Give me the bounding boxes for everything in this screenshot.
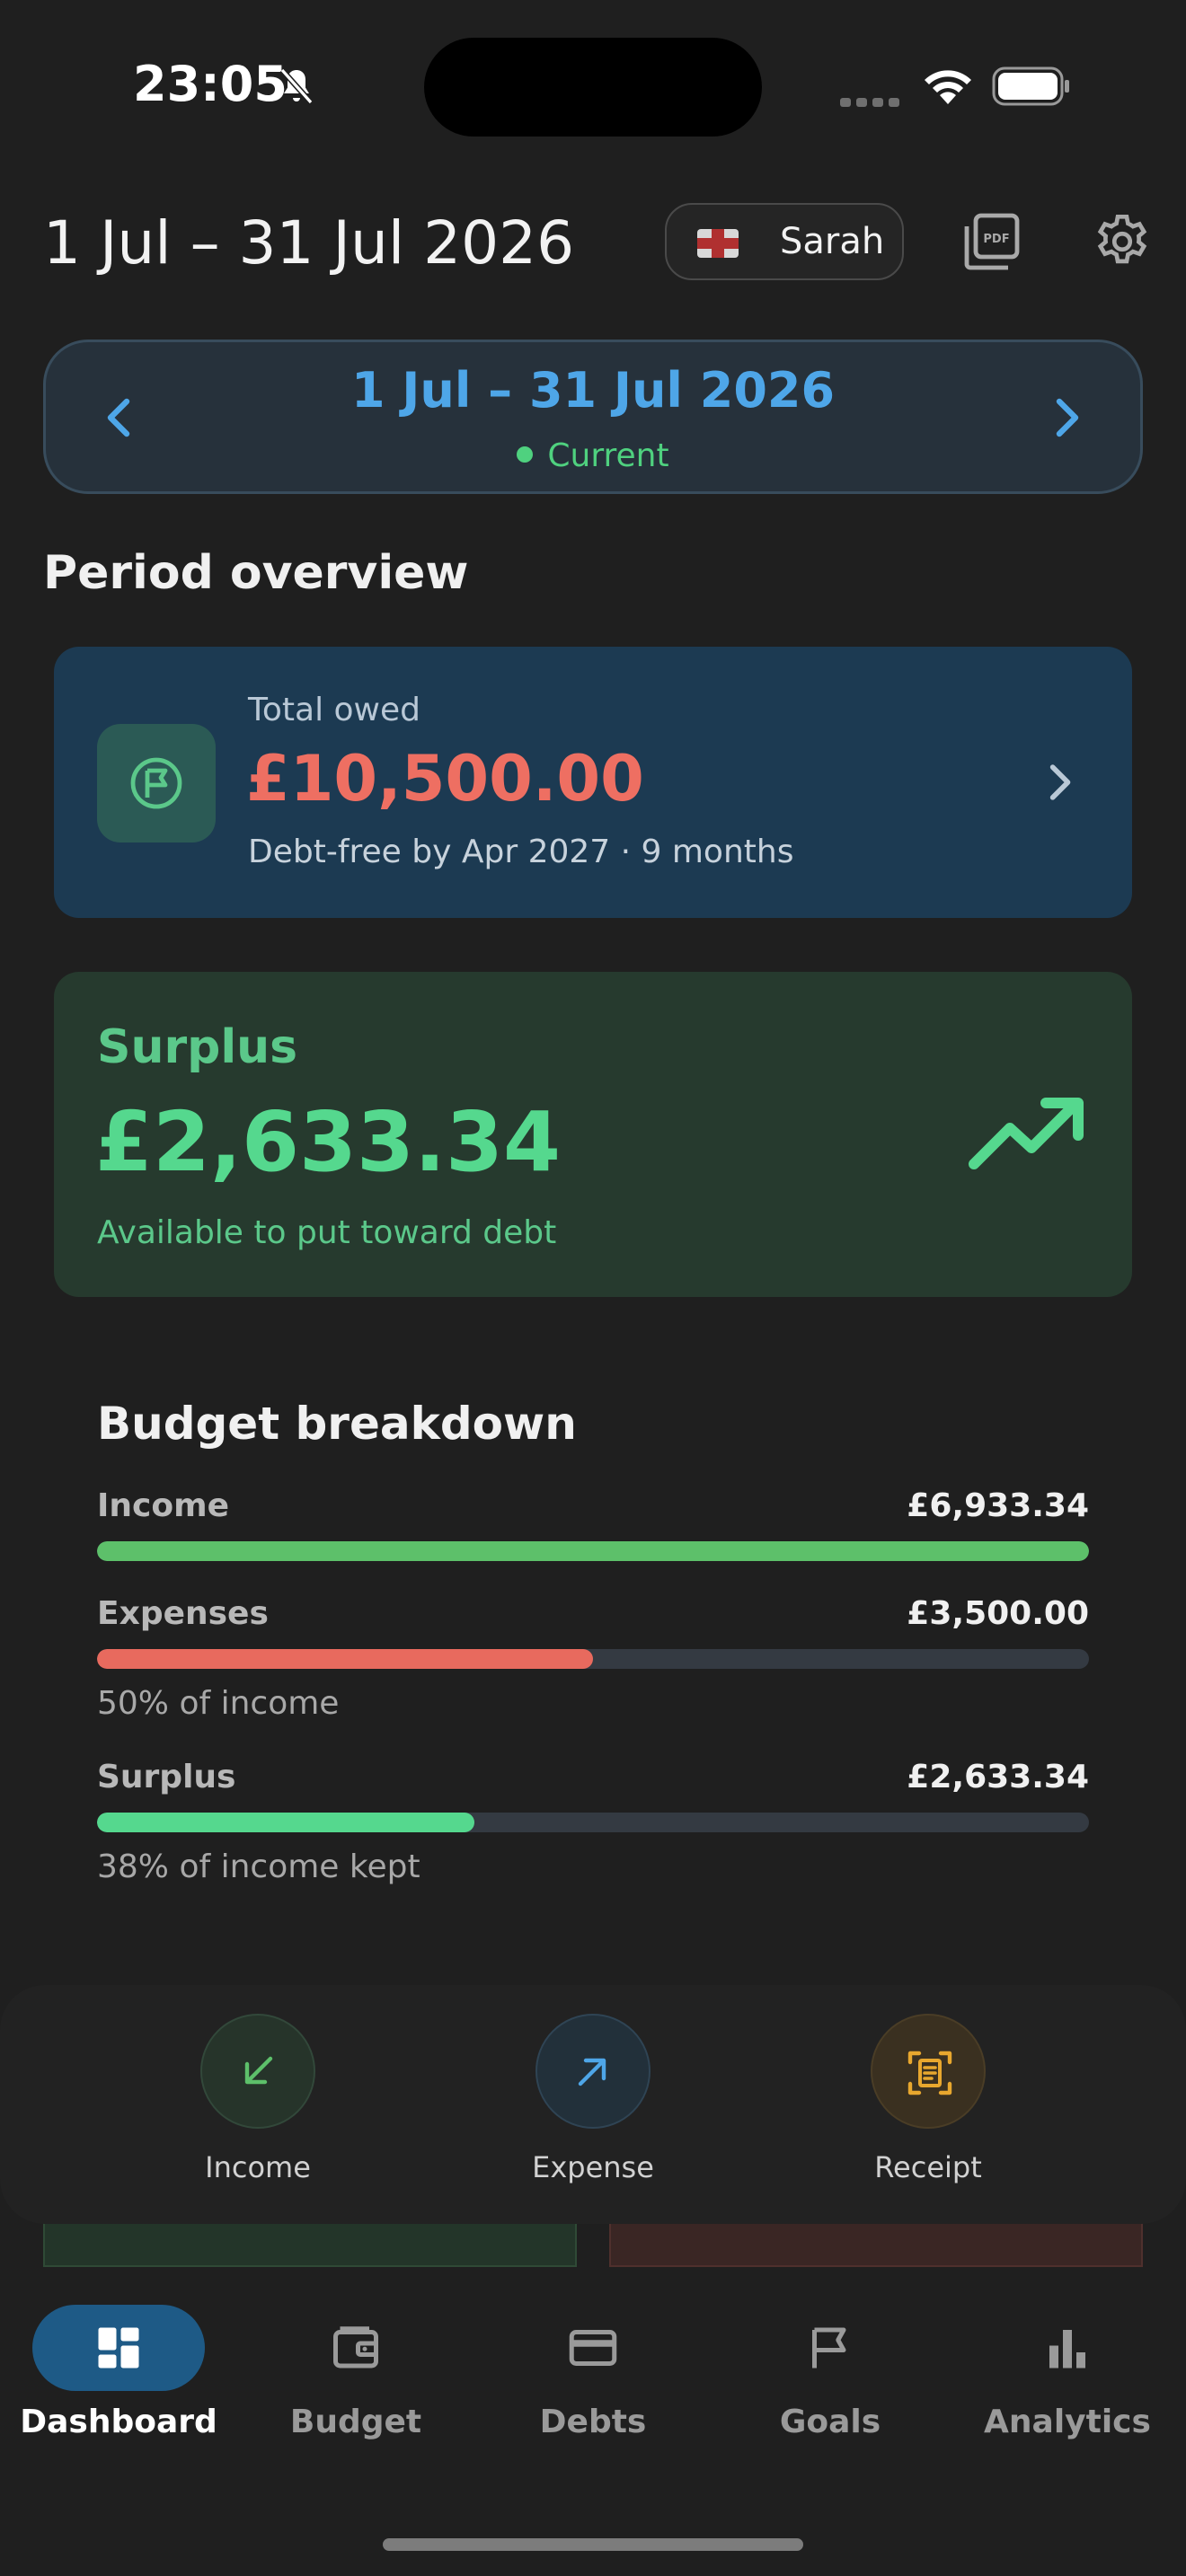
- quick-actions-tray: Income Expense Receipt: [0, 1985, 1186, 2224]
- receipt-action-circle: [871, 2014, 986, 2129]
- pdf-export-icon[interactable]: PDF: [961, 212, 1022, 273]
- expense-action-circle: [535, 2014, 651, 2129]
- budget-tab-pill: [270, 2305, 442, 2391]
- battery-icon: [992, 66, 1069, 106]
- chevron-right-icon[interactable]: [1049, 396, 1084, 439]
- expenses-label: Expenses: [97, 1595, 269, 1632]
- debt-amount: £10,500.00: [246, 742, 644, 816]
- period-range[interactable]: 1 Jul – 31 Jul 2026: [46, 362, 1140, 419]
- tab-dashboard[interactable]: Dashboard: [11, 2305, 226, 2440]
- svg-text:PDF: PDF: [983, 233, 1009, 246]
- income-label: Income: [97, 1487, 230, 1524]
- add-income-button[interactable]: Income: [146, 2014, 370, 2184]
- surplus-card: Surplus £2,633.34 Available to put towar…: [54, 972, 1132, 1297]
- income-value: £6,933.34: [907, 1487, 1089, 1524]
- expenses-progress-fill: [97, 1649, 593, 1669]
- debt-label: Total owed: [248, 692, 420, 728]
- page-title: 1 Jul – 31 Jul 2026: [43, 208, 575, 278]
- arrow-down-left-icon: [244, 2056, 273, 2085]
- tab-goals-label: Goals: [779, 2404, 881, 2440]
- surplus-progress-track: [97, 1813, 1089, 1832]
- surplus-label: Surplus: [97, 1020, 298, 1074]
- dynamic-island: [424, 38, 762, 137]
- profile-name: Sarah: [780, 221, 885, 262]
- surplus-progress-fill: [97, 1813, 474, 1832]
- tab-budget-label: Budget: [289, 2404, 422, 2440]
- total-owed-card[interactable]: Total owed £10,500.00 Debt-free by Apr 2…: [54, 647, 1132, 918]
- flag-icon: [697, 229, 739, 258]
- debt-free-date: Debt-free by Apr 2027 · 9 months: [248, 834, 794, 870]
- receipt-action-label: Receipt: [874, 2150, 982, 2184]
- surplus-row-value: £2,633.34: [907, 1759, 1089, 1795]
- income-progress-fill: [97, 1541, 1089, 1561]
- surplus-row-label: Surplus: [97, 1759, 236, 1795]
- wifi-icon: [925, 70, 971, 104]
- debts-tab-pill: [507, 2305, 679, 2391]
- add-expense-button[interactable]: Expense: [481, 2014, 705, 2184]
- income-action-circle: [200, 2014, 315, 2129]
- goals-tab-pill: [744, 2305, 916, 2391]
- tab-analytics-label: Analytics: [984, 2404, 1151, 2440]
- dashboard-icon: [98, 2327, 139, 2369]
- flag-icon: [812, 2327, 846, 2369]
- period-status-label: Current: [547, 437, 669, 474]
- bar-chart-icon: [1049, 2330, 1085, 2369]
- surplus-note: 38% of income kept: [97, 1848, 420, 1885]
- bell-off-icon: [279, 67, 314, 105]
- tab-budget[interactable]: Budget: [248, 2305, 464, 2440]
- budget-breakdown-title: Budget breakdown: [97, 1398, 577, 1450]
- expenses-note: 50% of income: [97, 1685, 340, 1722]
- surplus-subtitle: Available to put toward debt: [97, 1214, 557, 1251]
- expenses-progress-track: [97, 1649, 1089, 1669]
- period-selector: 1 Jul – 31 Jul 2026 Current: [43, 340, 1143, 494]
- debt-icon-box: [97, 724, 216, 842]
- credit-card-icon: [569, 2330, 617, 2366]
- tab-debts[interactable]: Debts: [485, 2305, 701, 2440]
- tab-debts-label: Debts: [539, 2404, 647, 2440]
- profile-switcher-button[interactable]: Sarah: [665, 203, 904, 280]
- tab-dashboard-label: Dashboard: [20, 2404, 217, 2440]
- arrow-up-right-icon: [578, 2058, 606, 2086]
- dashboard-tab-pill: [32, 2305, 205, 2391]
- home-indicator: [383, 2538, 803, 2551]
- tab-analytics[interactable]: Analytics: [960, 2305, 1175, 2440]
- trending-up-icon: [969, 1098, 1084, 1169]
- expenses-value: £3,500.00: [907, 1595, 1089, 1632]
- period-status: Current: [46, 437, 1140, 474]
- tab-goals[interactable]: Goals: [722, 2305, 938, 2440]
- debt-free-icon: [130, 757, 182, 809]
- expense-action-label: Expense: [532, 2150, 654, 2184]
- settings-gear-icon[interactable]: [1091, 210, 1154, 273]
- income-action-label: Income: [205, 2150, 311, 2184]
- scan-receipt-button[interactable]: Receipt: [816, 2014, 1040, 2184]
- analytics-tab-pill: [981, 2305, 1154, 2391]
- wallet-icon: [333, 2326, 378, 2369]
- surplus-amount: £2,633.34: [95, 1094, 561, 1190]
- chevron-right-icon: [1049, 764, 1071, 800]
- status-time: 23:05: [133, 56, 288, 112]
- status-dot: [517, 446, 534, 463]
- income-progress-track: [97, 1541, 1089, 1561]
- bottom-tab-bar: Dashboard Budget Debts Goals Analytics: [0, 2278, 1186, 2576]
- receipt-scan-icon: [907, 2051, 952, 2095]
- cellular-signal-icon: [840, 93, 905, 110]
- section-title: Period overview: [43, 546, 469, 600]
